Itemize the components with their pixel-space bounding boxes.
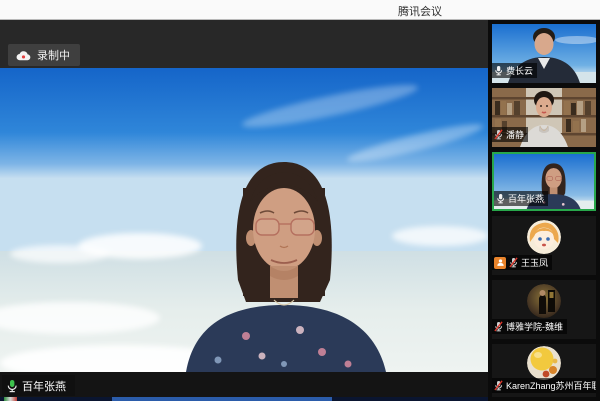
taskbar-task (112, 397, 332, 401)
participant-strip: 费长云 (488, 20, 600, 401)
mic-on-icon (494, 65, 503, 76)
participant-name: 王玉凤 (521, 256, 548, 269)
participant-name: 潘静 (506, 128, 524, 141)
participant-nameplate: 潘静 (492, 127, 528, 142)
app-title: 腾讯会议 (398, 3, 442, 19)
participant-name: KarenZhang苏州百年职… (506, 379, 596, 392)
mic-muted-icon (494, 321, 503, 332)
mic-muted-icon (494, 380, 503, 391)
participant-nameplate: 费长云 (492, 63, 537, 78)
participant-nameplate: 百年张燕 (494, 191, 548, 206)
participant-tile-video-active[interactable]: 百年张燕 (492, 152, 596, 211)
taskbar-icon (4, 397, 17, 401)
avatar (527, 284, 561, 318)
main-speaker-nameplate: 百年张燕 (2, 375, 75, 396)
participant-nameplate: 博雅学院-魏维 (492, 319, 567, 334)
meeting-window: 腾讯会议 (0, 0, 600, 401)
mic-speaking-icon (6, 379, 18, 393)
participant-name: 博雅学院-魏维 (506, 320, 563, 333)
recording-label: 录制中 (37, 47, 70, 63)
recording-badge[interactable]: 录制中 (8, 44, 80, 66)
participant-nameplate: 王玉凤 (492, 255, 552, 270)
main-video-stage[interactable]: 录制中 百年张燕 (0, 20, 488, 397)
participant-tile-video[interactable]: 潘静 (492, 88, 596, 147)
desktop-sliver (0, 397, 488, 401)
participant-name: 费长云 (506, 64, 533, 77)
person-badge-icon (494, 257, 506, 269)
cloud-record-icon (16, 50, 31, 61)
participant-tile-avatar[interactable]: KarenZhang苏州百年职… (492, 344, 596, 397)
participant-tile-video[interactable]: 费长云 (492, 24, 596, 83)
mic-muted-icon (494, 129, 503, 140)
mic-muted-icon (509, 257, 518, 268)
participant-nameplate: KarenZhang苏州百年职… (492, 378, 596, 393)
mic-on-icon (496, 193, 505, 204)
participant-tile-avatar[interactable]: 王玉凤 (492, 216, 596, 275)
avatar (527, 220, 561, 254)
titlebar: 腾讯会议 (0, 0, 600, 20)
avatar (527, 346, 561, 380)
participant-tile-avatar[interactable]: 博雅学院-魏维 (492, 280, 596, 339)
main-speaker-name: 百年张燕 (22, 378, 66, 394)
participant-name: 百年张燕 (508, 192, 544, 205)
main-video-feed (0, 68, 488, 372)
